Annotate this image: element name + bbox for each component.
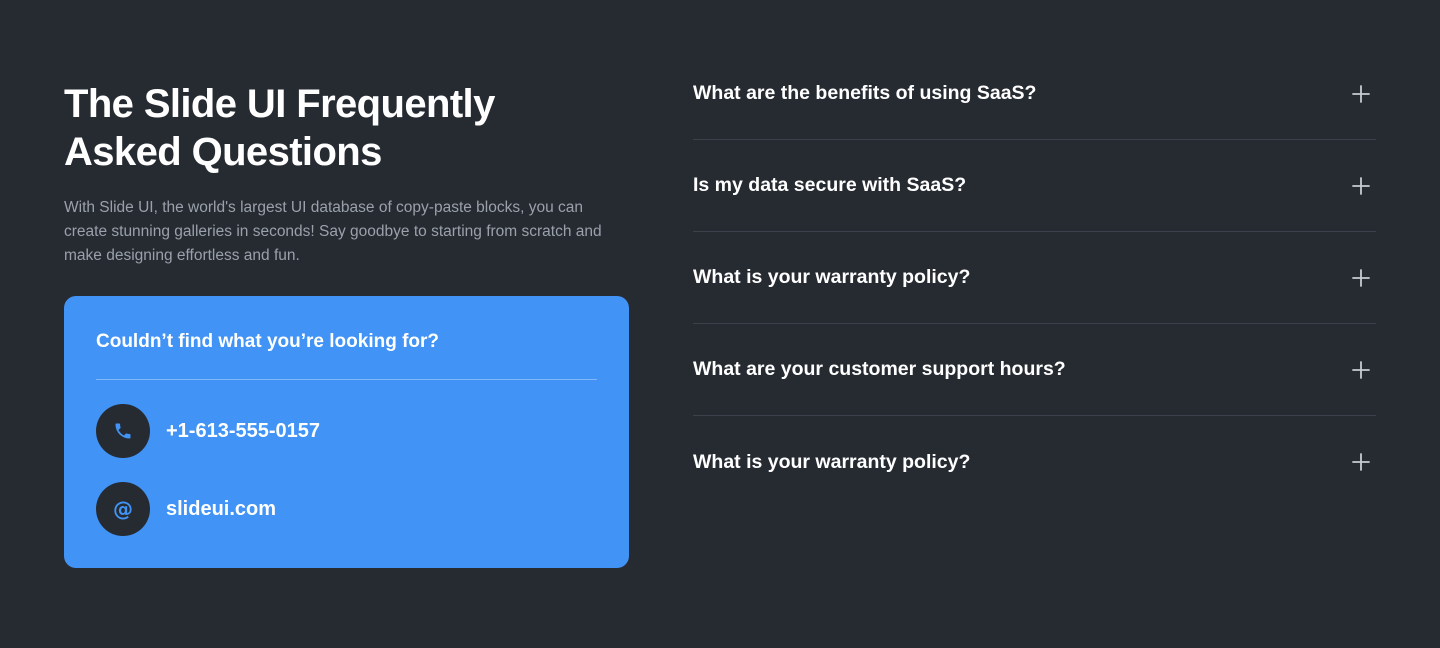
- faq-item[interactable]: What are the benefits of using SaaS?: [693, 48, 1376, 140]
- faq-list: What are the benefits of using SaaS? Is …: [693, 48, 1376, 508]
- plus-icon[interactable]: [1350, 83, 1372, 105]
- faq-question: What are your customer support hours?: [693, 358, 1066, 380]
- faq-question: What are the benefits of using SaaS?: [693, 82, 1037, 104]
- page-title: The Slide UI Frequently Asked Questions: [64, 82, 495, 174]
- contact-card-heading: Couldn’t find what you’re looking for?: [96, 331, 440, 352]
- faq-item[interactable]: Is my data secure with SaaS?: [693, 140, 1376, 232]
- at-sign-icon: @: [96, 482, 150, 536]
- plus-icon[interactable]: [1350, 359, 1372, 381]
- contact-card: Couldn’t find what you’re looking for? +…: [64, 296, 629, 568]
- plus-icon[interactable]: [1350, 451, 1372, 473]
- faq-item[interactable]: What are your customer support hours?: [693, 324, 1376, 416]
- page-description: With Slide UI, the world's largest UI da…: [64, 199, 602, 264]
- phone-number: +1-613-555-0157: [166, 419, 321, 442]
- faq-section: The Slide UI Frequently Asked Questions …: [0, 0, 1440, 648]
- faq-intro: The Slide UI Frequently Asked Questions …: [64, 80, 629, 268]
- phone-contact-link[interactable]: +1-613-555-0157: [96, 404, 320, 458]
- plus-icon[interactable]: [1350, 175, 1372, 197]
- faq-question: What is your warranty policy?: [693, 266, 971, 288]
- faq-question: Is my data secure with SaaS?: [693, 174, 967, 196]
- faq-question: What is your warranty policy?: [693, 450, 971, 473]
- faq-item[interactable]: What is your warranty policy?: [693, 232, 1376, 324]
- faq-item[interactable]: What is your warranty policy?: [693, 416, 1376, 508]
- website-contact-link[interactable]: @ slideui.com: [96, 482, 276, 536]
- card-divider: [96, 379, 597, 380]
- plus-icon[interactable]: [1350, 267, 1372, 289]
- phone-icon: [96, 404, 150, 458]
- at-sign-glyph: @: [113, 497, 133, 521]
- website-address: slideui.com: [166, 497, 277, 520]
